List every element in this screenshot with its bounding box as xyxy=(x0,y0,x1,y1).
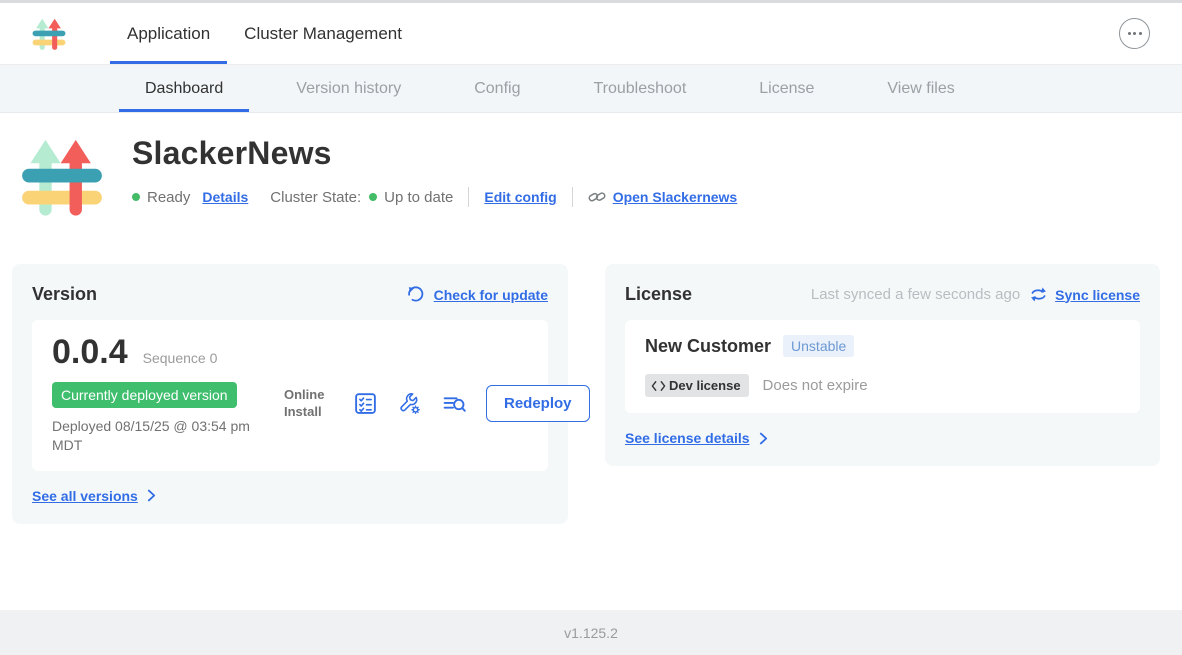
edit-config-link[interactable]: Edit config xyxy=(484,189,556,205)
see-all-versions-label: See all versions xyxy=(32,488,138,504)
subnav-dashboard-label: Dashboard xyxy=(145,80,223,98)
channel-badge: Unstable xyxy=(783,335,854,357)
version-number: 0.0.4 xyxy=(52,335,128,369)
app-status-dot xyxy=(132,193,140,201)
subnav-config[interactable]: Config xyxy=(448,65,546,112)
license-expiry: Does not expire xyxy=(763,377,868,394)
sync-license-link[interactable]: Sync license xyxy=(1029,285,1140,304)
license-type-badge: Dev license xyxy=(645,374,749,397)
cluster-state-dot xyxy=(369,193,377,201)
deployed-status-badge: Currently deployed version xyxy=(52,382,237,408)
customer-name: New Customer xyxy=(645,336,771,357)
console-version: v1.125.2 xyxy=(564,625,618,641)
version-card: Version Check for update 0.0.4 Sequence … xyxy=(12,264,568,524)
app-status-row: Ready Details Cluster State: Up to date … xyxy=(132,187,737,207)
subnav-config-label: Config xyxy=(474,80,520,98)
dashboard-cards: Version Check for update 0.0.4 Sequence … xyxy=(0,264,1182,524)
version-card-title: Version xyxy=(32,284,97,305)
tab-cluster-management[interactable]: Cluster Management xyxy=(227,3,419,64)
divider xyxy=(572,187,573,207)
license-detail-panel: New Customer Unstable Dev license Does xyxy=(625,320,1140,413)
subnav-view-files[interactable]: View files xyxy=(861,65,980,112)
check-for-update-label: Check for update xyxy=(434,287,548,303)
app-status-text: Ready xyxy=(147,189,190,206)
tab-application[interactable]: Application xyxy=(110,3,227,64)
main-content: SlackerNews Ready Details Cluster State:… xyxy=(0,113,1182,610)
subnav-version-history-label: Version history xyxy=(296,80,401,98)
deployed-timestamp: Deployed 08/15/25 @ 03:54 pm MDT xyxy=(52,417,284,455)
install-type-label: Online Install xyxy=(284,387,334,421)
top-header: Application Cluster Management xyxy=(0,3,1182,65)
top-tabs: Application Cluster Management xyxy=(110,3,419,64)
config-wrench-icon[interactable] xyxy=(397,391,422,416)
open-app-link[interactable]: Open Slackernews xyxy=(588,188,738,206)
app-footer: v1.125.2 xyxy=(0,610,1182,655)
details-link[interactable]: Details xyxy=(202,189,248,205)
tab-cluster-management-label: Cluster Management xyxy=(244,24,402,44)
app-header: SlackerNews Ready Details Cluster State:… xyxy=(20,133,1182,221)
see-license-details-label: See license details xyxy=(625,430,750,446)
ellipsis-icon xyxy=(1128,32,1131,35)
cluster-state-label: Cluster State: xyxy=(270,189,361,206)
chain-link-icon xyxy=(588,188,606,206)
version-sequence: Sequence 0 xyxy=(143,350,218,366)
tab-application-label: Application xyxy=(127,24,210,44)
app-logo-large-icon xyxy=(20,133,104,221)
cluster-state-value: Up to date xyxy=(384,189,453,206)
chevron-right-icon xyxy=(147,489,156,502)
subnav-troubleshoot-label: Troubleshoot xyxy=(593,80,686,98)
see-all-versions-link[interactable]: See all versions xyxy=(32,488,548,504)
subnav-license[interactable]: License xyxy=(733,65,840,112)
see-license-details-link[interactable]: See license details xyxy=(625,430,1140,446)
sync-arrows-icon xyxy=(1029,285,1048,304)
subnav-license-label: License xyxy=(759,80,814,98)
license-card-title: License xyxy=(625,284,692,305)
overflow-menu-button[interactable] xyxy=(1119,18,1150,49)
subnav-version-history[interactable]: Version history xyxy=(270,65,427,112)
open-app-link-label: Open Slackernews xyxy=(613,189,738,205)
refresh-icon xyxy=(407,286,425,304)
app-logo-icon xyxy=(32,14,66,54)
redeploy-button[interactable]: Redeploy xyxy=(486,385,590,422)
divider xyxy=(468,187,469,207)
last-synced-text: Last synced a few seconds ago xyxy=(811,286,1020,303)
sync-license-label: Sync license xyxy=(1055,287,1140,303)
license-card: License Last synced a few seconds ago xyxy=(605,264,1160,466)
subnav-dashboard[interactable]: Dashboard xyxy=(119,65,249,112)
view-logs-icon[interactable] xyxy=(441,391,467,416)
subnav-troubleshoot[interactable]: Troubleshoot xyxy=(567,65,712,112)
subnav-view-files-label: View files xyxy=(887,80,954,98)
app-subnav: Dashboard Version history Config Trouble… xyxy=(0,65,1182,113)
chevron-right-icon xyxy=(759,432,768,445)
page-title: SlackerNews xyxy=(132,135,737,172)
check-for-update-link[interactable]: Check for update xyxy=(407,286,548,304)
code-brackets-icon xyxy=(651,380,666,392)
preflight-checks-icon[interactable] xyxy=(353,391,378,416)
license-type-label: Dev license xyxy=(669,378,741,393)
current-version-panel: 0.0.4 Sequence 0 Currently deployed vers… xyxy=(32,320,548,471)
